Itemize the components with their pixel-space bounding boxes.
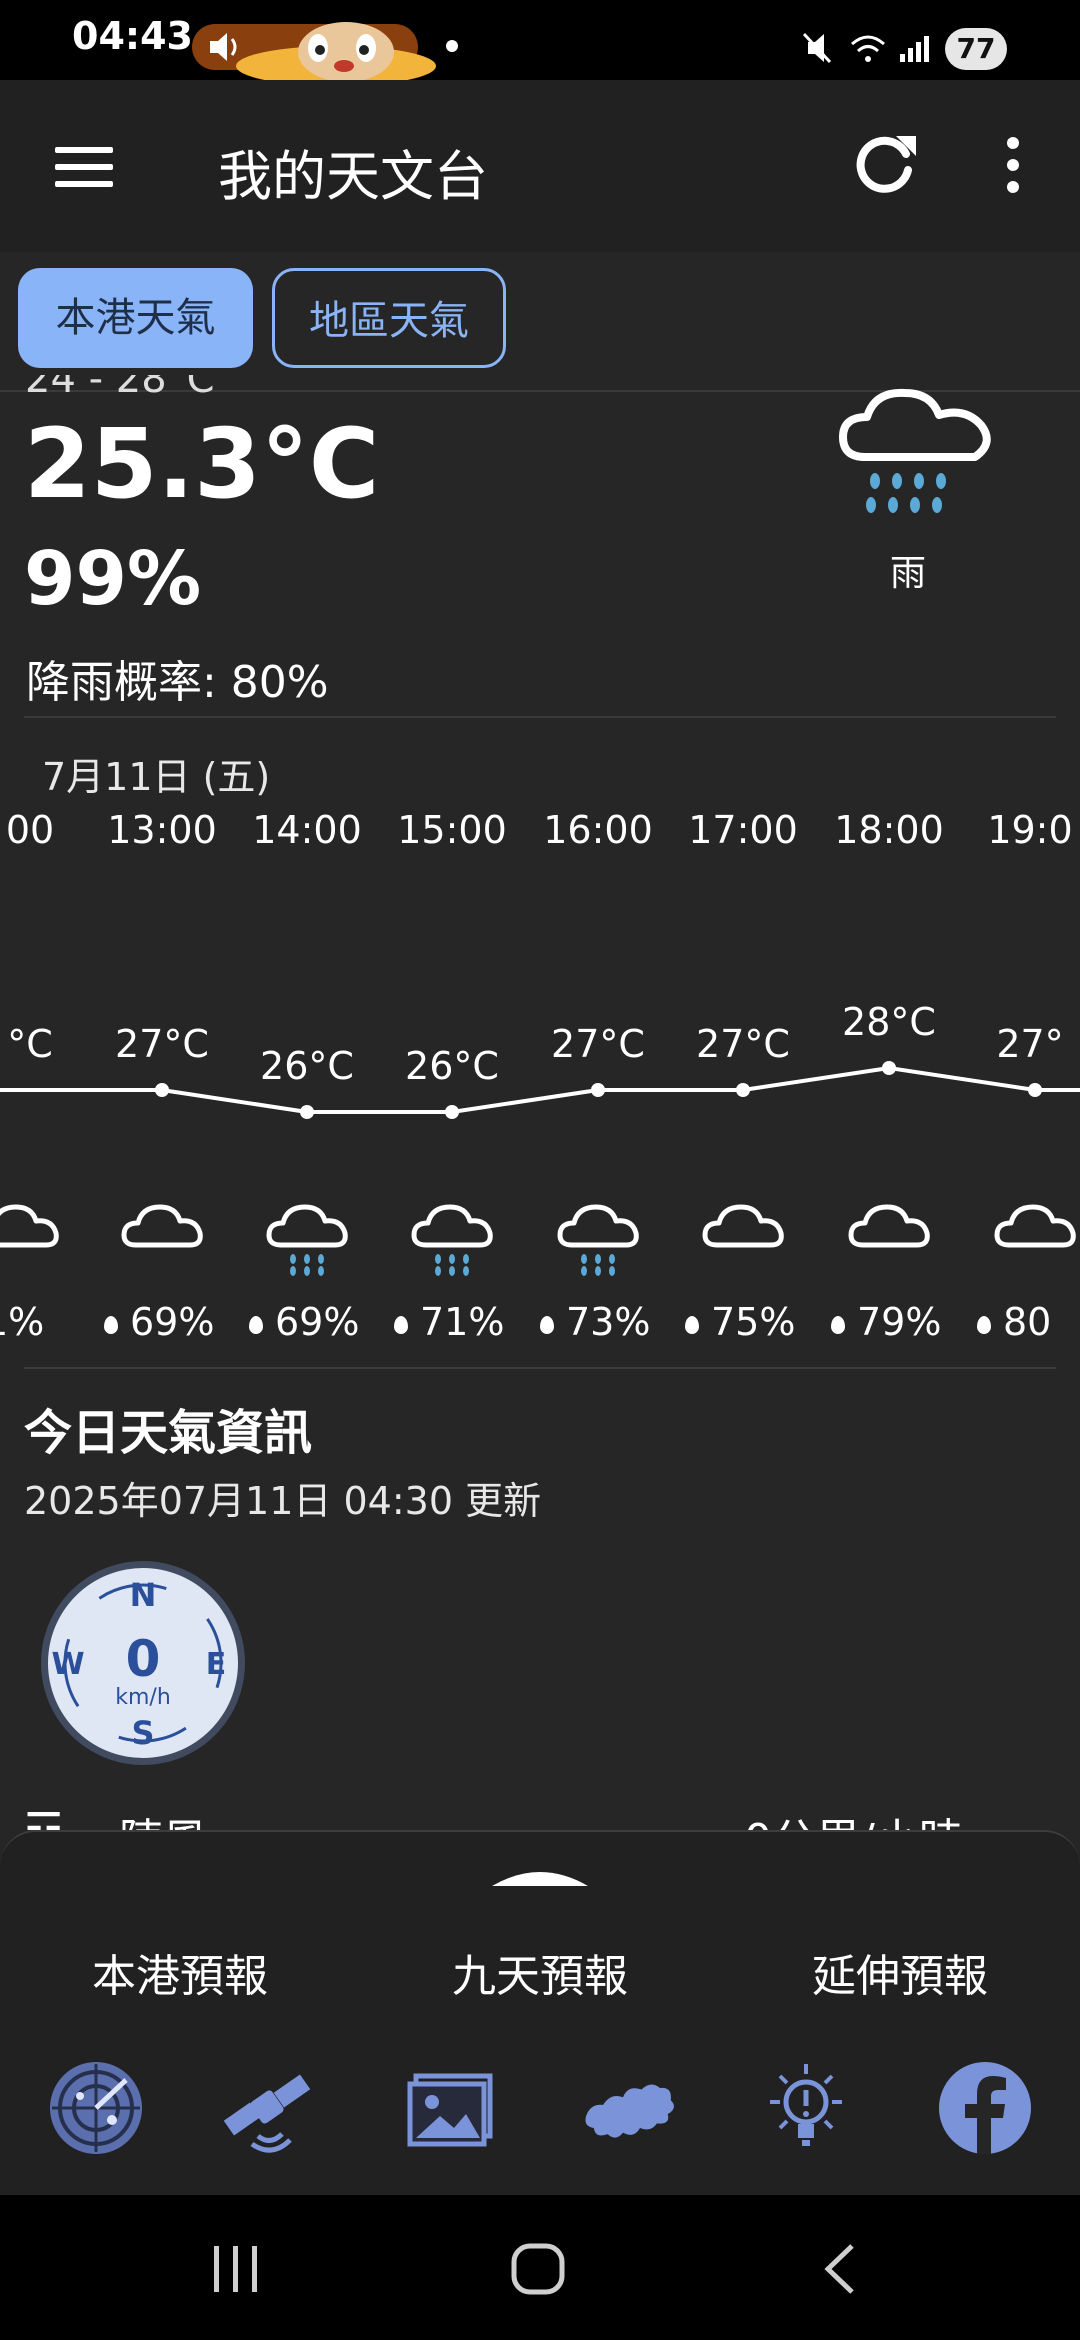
hour-time-label: 14:00 xyxy=(252,808,362,852)
temperature-point xyxy=(155,1083,169,1097)
temperature-point xyxy=(591,1083,605,1097)
hour-precip-probability: 71% xyxy=(394,1300,544,1344)
cloud-icon xyxy=(994,1204,1076,1248)
radar-icon[interactable] xyxy=(46,2058,146,2158)
info-title: 今日天氣資訊 xyxy=(24,1405,313,1461)
gust-label: 陣風 xyxy=(119,1812,207,1832)
hour-precip-probability: 69% xyxy=(249,1300,399,1344)
extended-forecast-button[interactable]: 延伸預報 xyxy=(750,1940,1050,2004)
hour-precip-probability: 80 xyxy=(977,1300,1080,1344)
facebook-icon[interactable] xyxy=(935,2058,1035,2158)
hk-map-icon[interactable] xyxy=(580,2058,680,2158)
droplet-icon xyxy=(540,1315,554,1334)
rain-cloud-icon xyxy=(266,1204,348,1276)
compass-east: E xyxy=(206,1647,227,1682)
wind-compass: N E S W 0 km/h xyxy=(41,1561,245,1765)
hour-time-label: 13:00 xyxy=(107,808,217,852)
cloud-icon xyxy=(848,1204,930,1248)
droplet-icon xyxy=(685,1315,699,1334)
droplet-icon xyxy=(977,1315,991,1334)
status-icons xyxy=(802,32,929,64)
droplet-icon xyxy=(249,1315,263,1334)
gust-value: 0公里/小時 xyxy=(744,1812,963,1832)
droplet-icon xyxy=(104,1315,118,1334)
hour-precip-probability: 79% xyxy=(831,1300,981,1344)
refresh-icon[interactable] xyxy=(850,128,920,198)
divider xyxy=(24,716,1056,718)
gust-row-clipped: ☲ 陣風 0公里/小時 xyxy=(24,1812,1056,1832)
rain-cloud-icon xyxy=(411,1204,493,1276)
hour-precip-probability: 73% xyxy=(540,1300,690,1344)
nine-day-forecast-button[interactable]: 九天預報 xyxy=(390,1940,690,2004)
rain-probability: 降雨概率: 80% xyxy=(26,657,329,708)
cloud-icon xyxy=(121,1204,203,1248)
hour-time-label: 16:00 xyxy=(543,808,653,852)
compass-north: N xyxy=(130,1576,157,1614)
droplet-icon xyxy=(831,1315,845,1334)
hour-temperature-label: 28°C xyxy=(842,1000,936,1044)
chevron-up-icon[interactable] xyxy=(488,1862,592,1890)
temperature-point xyxy=(445,1105,459,1119)
droplet-icon xyxy=(394,1315,408,1334)
hour-time-label: 15:00 xyxy=(397,808,507,852)
gallery-icon[interactable] xyxy=(402,2058,502,2158)
compass-west: W xyxy=(51,1647,84,1682)
tips-bulb-icon[interactable] xyxy=(756,2058,856,2158)
signal-icon xyxy=(900,36,929,62)
hour-time-label: 19:0 xyxy=(987,808,1073,852)
compass-south: S xyxy=(131,1714,154,1752)
cloud-icon xyxy=(702,1204,784,1248)
back-icon[interactable] xyxy=(812,2240,872,2298)
tab-local-weather[interactable]: 本港天氣 xyxy=(18,268,253,368)
home-icon[interactable] xyxy=(508,2240,568,2298)
forecast-date: 7月11日 (五) xyxy=(42,755,271,799)
temperature-range-clipped: 24 - 28°C xyxy=(25,375,215,397)
rain-cloud-icon xyxy=(839,388,991,513)
rain-cloud-icon xyxy=(557,1204,639,1276)
cloud-icon xyxy=(0,1204,59,1248)
wind-speed-value: 0 xyxy=(126,1630,161,1688)
battery-badge: 77 xyxy=(945,28,1007,70)
temperature-point xyxy=(882,1061,896,1075)
mute-icon xyxy=(802,32,832,64)
satellite-icon[interactable] xyxy=(218,2058,318,2158)
temperature-line-chart xyxy=(0,1061,1080,1119)
notification-dot xyxy=(446,40,458,52)
wind-speed-unit: km/h xyxy=(115,1685,171,1710)
more-options-icon[interactable] xyxy=(1000,135,1026,195)
hour-time-label: 18:00 xyxy=(834,808,944,852)
menu-icon[interactable] xyxy=(55,145,115,189)
current-temperature: 25.3°C xyxy=(24,408,380,520)
gust-icon: ☲ xyxy=(24,1812,63,1832)
temperature-point xyxy=(1028,1083,1042,1097)
current-humidity: 99% xyxy=(24,536,202,622)
wifi-icon xyxy=(851,35,885,62)
info-updated-time: 2025年07月11日 04:30 更新 xyxy=(24,1479,542,1523)
recent-apps-icon[interactable] xyxy=(206,2240,266,2298)
status-time: 04:43 xyxy=(72,14,193,58)
local-forecast-button[interactable]: 本港預報 xyxy=(30,1940,330,2004)
divider xyxy=(24,1367,1056,1369)
app-title: 我的天文台 xyxy=(218,145,488,208)
hour-precip-probability: 69% xyxy=(104,1300,254,1344)
temperature-point xyxy=(736,1083,750,1097)
hour-precip-probability: 75% xyxy=(685,1300,835,1344)
hour-time-label: 17:00 xyxy=(688,808,798,852)
weather-condition-label: 雨 xyxy=(890,553,927,594)
temperature-point xyxy=(300,1105,314,1119)
tab-regional-weather[interactable]: 地區天氣 xyxy=(272,268,506,368)
